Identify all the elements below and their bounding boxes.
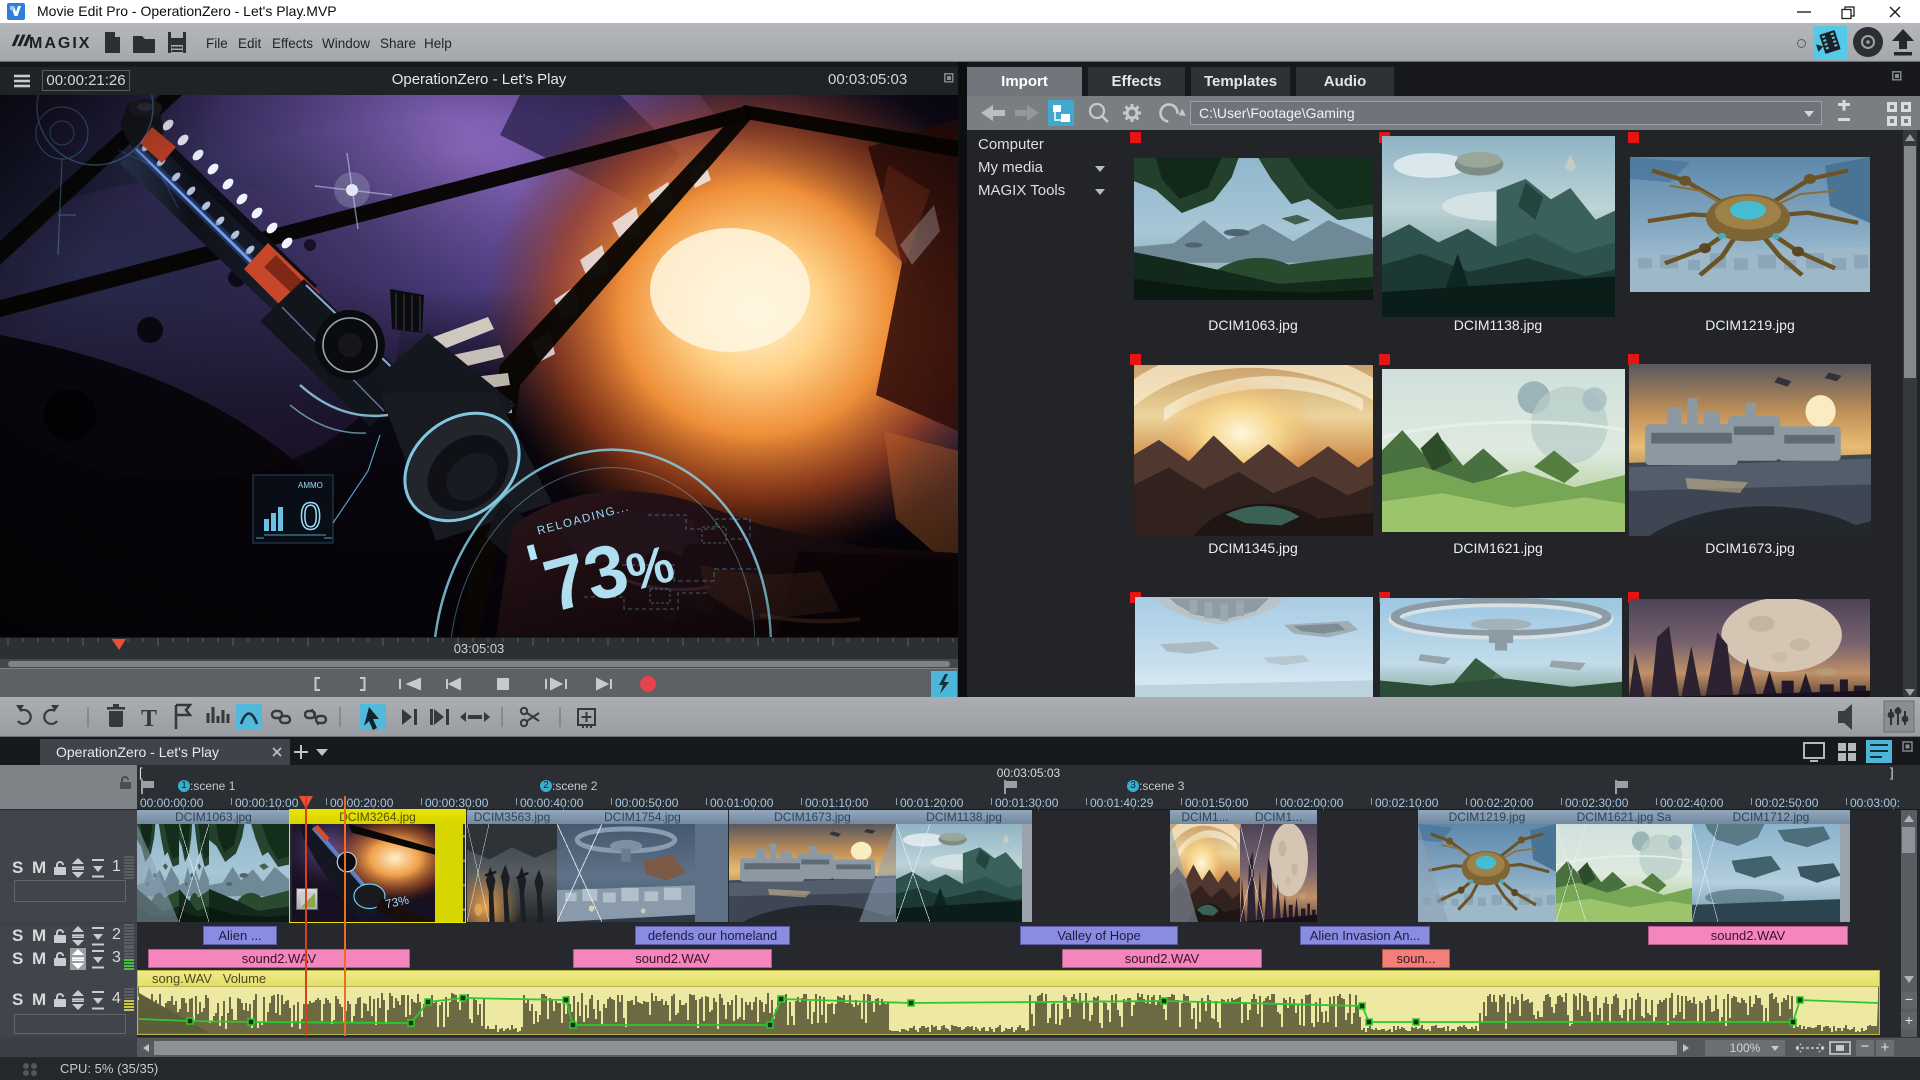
svg-text:T: T (141, 706, 157, 732)
